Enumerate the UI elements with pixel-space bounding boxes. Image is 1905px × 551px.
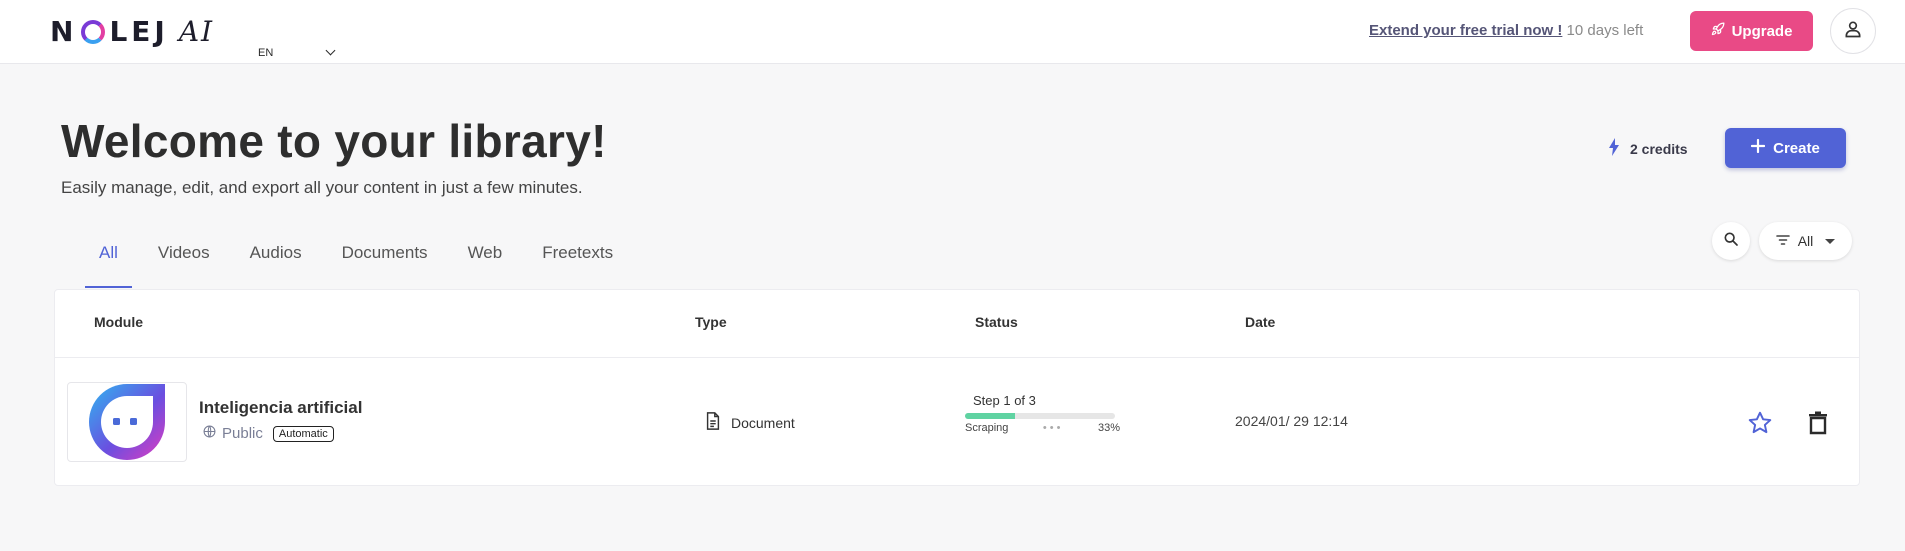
progress-percent: 33% bbox=[1097, 422, 1120, 434]
tab-documents[interactable]: Documents bbox=[328, 226, 442, 288]
search-button[interactable] bbox=[1712, 222, 1750, 260]
language-select[interactable]: EN bbox=[258, 45, 336, 59]
top-bar: N LEJ AI EN Extend your free trial now ! … bbox=[0, 0, 1905, 64]
table-header: Module Type Status Date bbox=[55, 290, 1859, 358]
tab-videos[interactable]: Videos bbox=[144, 226, 224, 288]
filter-dropdown[interactable]: All bbox=[1759, 222, 1852, 260]
loading-dots-icon: ••• bbox=[1042, 422, 1064, 434]
plus-icon bbox=[1751, 138, 1766, 157]
table-row[interactable] bbox=[55, 358, 1859, 486]
page-title: Welcome to your library! bbox=[61, 115, 607, 167]
user-avatar-button[interactable] bbox=[1830, 8, 1876, 54]
filter-value: All bbox=[1797, 233, 1814, 249]
module-thumbnail[interactable] bbox=[67, 382, 187, 462]
bolt-icon bbox=[1608, 138, 1620, 159]
status-step: Step 1 of 3 bbox=[973, 393, 1036, 408]
star-icon bbox=[1747, 410, 1773, 441]
column-header-status: Status bbox=[975, 314, 1018, 330]
visibility-label: Public bbox=[222, 425, 263, 442]
tab-all[interactable]: All bbox=[85, 226, 132, 288]
upgrade-label: Upgrade bbox=[1731, 22, 1793, 40]
module-meta: Public Automatic bbox=[203, 425, 334, 442]
nolej-logo[interactable]: N LEJ AI bbox=[50, 14, 214, 48]
date-cell: 2024/01/ 29 12:14 bbox=[1235, 413, 1348, 429]
library-table: Module Type Status Date Inteligencia art… bbox=[54, 289, 1860, 486]
user-icon bbox=[1843, 19, 1863, 44]
extend-trial-link[interactable]: Extend your free trial now ! bbox=[1369, 22, 1562, 39]
trial-notice: Extend your free trial now ! 10 days lef… bbox=[1369, 22, 1643, 39]
chevron-down-icon bbox=[325, 45, 336, 55]
column-header-date: Date bbox=[1245, 314, 1276, 330]
type-cell: Document bbox=[705, 412, 795, 433]
status-stage: Scraping bbox=[965, 422, 1009, 434]
column-header-module: Module bbox=[94, 314, 143, 330]
logo-mark-icon bbox=[81, 20, 106, 44]
trial-remaining: 10 days left bbox=[1566, 22, 1644, 39]
tab-web[interactable]: Web bbox=[454, 226, 517, 288]
page-subtitle: Easily manage, edit, and export all your… bbox=[61, 178, 583, 197]
document-icon bbox=[705, 412, 721, 433]
tab-audios[interactable]: Audios bbox=[236, 226, 316, 288]
favorite-button[interactable] bbox=[1745, 410, 1775, 440]
status-cell: Step 1 of 3 Scraping ••• 33% bbox=[965, 393, 1125, 434]
trash-icon bbox=[1808, 411, 1828, 440]
create-label: Create bbox=[1773, 139, 1820, 157]
progress-bar bbox=[965, 413, 1115, 419]
logo-suffix: AI bbox=[178, 14, 215, 48]
search-icon bbox=[1723, 231, 1739, 252]
column-header-type: Type bbox=[695, 314, 727, 330]
language-value: EN bbox=[258, 47, 274, 59]
module-title[interactable]: Inteligencia artificial bbox=[199, 398, 362, 418]
progress-bar-fill bbox=[965, 413, 1015, 419]
caret-down-icon bbox=[1825, 238, 1836, 244]
rocket-icon bbox=[1711, 22, 1725, 40]
module-mascot-icon bbox=[89, 384, 165, 460]
automatic-badge: Automatic bbox=[272, 425, 334, 442]
upgrade-button[interactable]: Upgrade bbox=[1690, 11, 1813, 51]
delete-button[interactable] bbox=[1803, 410, 1833, 440]
type-label: Document bbox=[731, 414, 795, 431]
filter-icon bbox=[1775, 233, 1790, 249]
tab-freetexts[interactable]: Freetexts bbox=[528, 226, 627, 288]
globe-icon bbox=[203, 425, 216, 442]
credits-indicator: 2 credits bbox=[1608, 138, 1688, 159]
credits-count: 2 credits bbox=[1630, 140, 1688, 157]
content-type-tabs: All Videos Audios Documents Web Freetext… bbox=[85, 226, 639, 288]
create-button[interactable]: Create bbox=[1725, 128, 1846, 168]
